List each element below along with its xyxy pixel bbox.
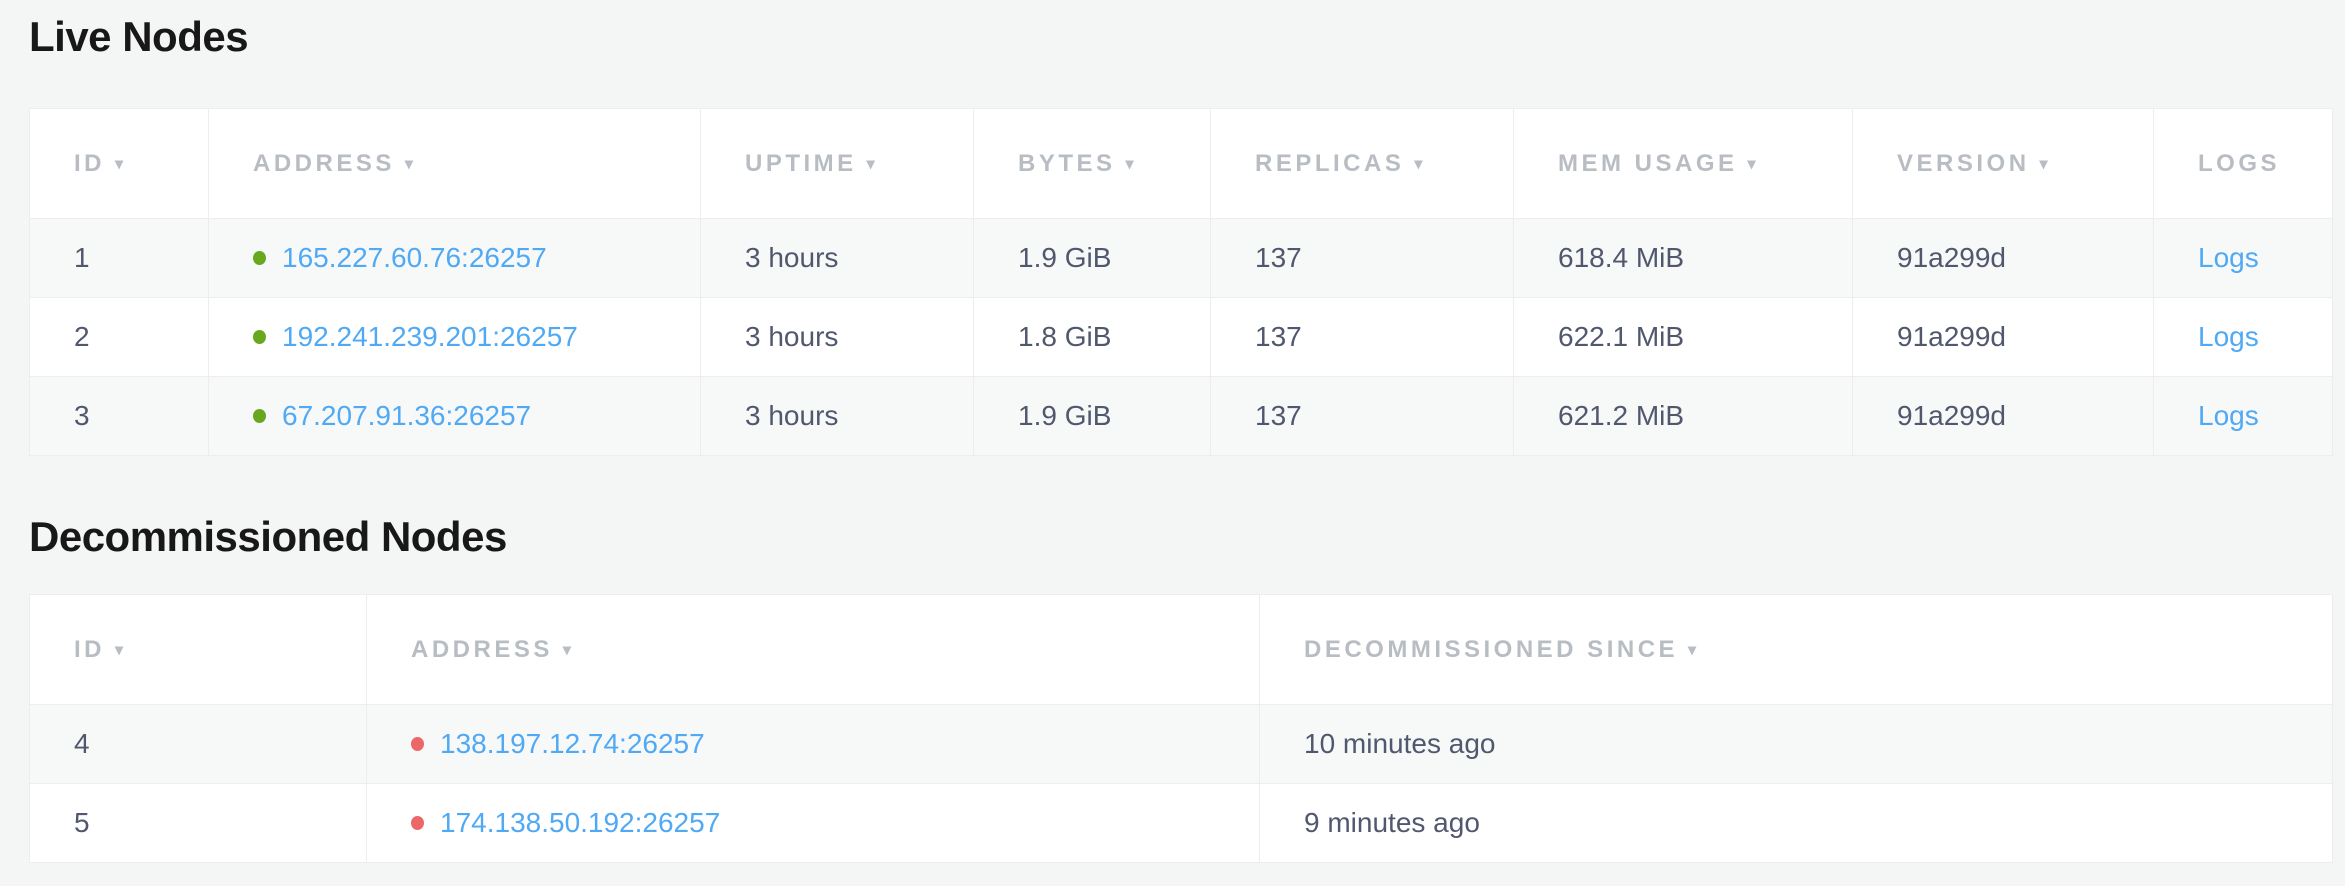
column-header-id[interactable]: ID ▾	[30, 595, 367, 705]
node-address-link[interactable]: 138.197.12.74:26257	[440, 728, 705, 759]
node-address-link[interactable]: 165.227.60.76:26257	[282, 242, 547, 273]
nodes-page: Live Nodes ID ▾ ADDRESS ▾ UPTIME ▾ BYTES ▾	[0, 0, 2345, 863]
sort-arrow-icon: ▾	[867, 156, 875, 173]
column-header-version[interactable]: VERSION ▾	[1853, 109, 2154, 219]
status-live-icon	[253, 330, 266, 344]
column-header-address[interactable]: ADDRESS ▾	[367, 595, 1260, 705]
decommissioned-nodes-table: ID ▾ ADDRESS ▾ DECOMMISSIONED SINCE ▾ 4 138…	[29, 594, 2333, 863]
column-header-label: ID	[74, 636, 105, 663]
node-version-cell: 91a299d	[1853, 377, 2154, 456]
node-address-link[interactable]: 174.138.50.192:26257	[440, 807, 720, 838]
node-id-cell: 2	[30, 298, 209, 377]
decommissioned-since-cell: 9 minutes ago	[1260, 784, 2333, 863]
decommissioned-nodes-header-row: ID ▾ ADDRESS ▾ DECOMMISSIONED SINCE ▾	[30, 595, 2333, 705]
logs-link[interactable]: Logs	[2198, 242, 2259, 273]
column-header-label: ADDRESS	[411, 636, 553, 663]
column-header-logs: LOGS	[2154, 109, 2333, 219]
column-header-mem-usage[interactable]: MEM USAGE ▾	[1514, 109, 1853, 219]
node-mem-usage-cell: 621.2 MiB	[1514, 377, 1853, 456]
node-logs-cell: Logs	[2154, 298, 2333, 377]
node-bytes-cell: 1.9 GiB	[974, 377, 1211, 456]
sort-arrow-icon: ▾	[2040, 156, 2048, 173]
node-logs-cell: Logs	[2154, 377, 2333, 456]
node-address-cell: 192.241.239.201:26257	[209, 298, 701, 377]
status-live-icon	[253, 251, 266, 265]
node-replicas-cell: 137	[1211, 219, 1514, 298]
decommissioned-nodes-title: Decommissioned Nodes	[29, 512, 2332, 562]
node-id-cell: 4	[30, 705, 367, 784]
node-mem-usage-cell: 618.4 MiB	[1514, 219, 1853, 298]
live-nodes-title: Live Nodes	[29, 12, 2332, 62]
node-uptime-cell: 3 hours	[701, 298, 974, 377]
status-live-icon	[253, 409, 266, 423]
status-decommissioned-icon	[411, 737, 424, 751]
logs-link[interactable]: Logs	[2198, 321, 2259, 352]
status-decommissioned-icon	[411, 816, 424, 830]
sort-arrow-icon: ▾	[1126, 156, 1134, 173]
node-id-cell: 5	[30, 784, 367, 863]
column-header-bytes[interactable]: BYTES ▾	[974, 109, 1211, 219]
node-bytes-cell: 1.8 GiB	[974, 298, 1211, 377]
table-row: 3 67.207.91.36:26257 3 hours 1.9 GiB 137…	[30, 377, 2333, 456]
decommissioned-since-cell: 10 minutes ago	[1260, 705, 2333, 784]
node-uptime-cell: 3 hours	[701, 219, 974, 298]
column-header-label: BYTES	[1018, 150, 1116, 177]
column-header-uptime[interactable]: UPTIME ▾	[701, 109, 974, 219]
column-header-label: VERSION	[1897, 150, 2030, 177]
sort-arrow-icon: ▾	[1748, 156, 1756, 173]
node-uptime-cell: 3 hours	[701, 377, 974, 456]
node-address-cell: 138.197.12.74:26257	[367, 705, 1260, 784]
node-logs-cell: Logs	[2154, 219, 2333, 298]
column-header-replicas[interactable]: REPLICAS ▾	[1211, 109, 1514, 219]
node-replicas-cell: 137	[1211, 377, 1514, 456]
node-version-cell: 91a299d	[1853, 219, 2154, 298]
table-row: 1 165.227.60.76:26257 3 hours 1.9 GiB 13…	[30, 219, 2333, 298]
node-replicas-cell: 137	[1211, 298, 1514, 377]
node-address-link[interactable]: 192.241.239.201:26257	[282, 321, 578, 352]
sort-arrow-icon: ▾	[115, 156, 123, 173]
column-header-decommissioned-since[interactable]: DECOMMISSIONED SINCE ▾	[1260, 595, 2333, 705]
node-mem-usage-cell: 622.1 MiB	[1514, 298, 1853, 377]
column-header-label: ADDRESS	[253, 150, 395, 177]
column-header-label: REPLICAS	[1255, 150, 1404, 177]
table-row: 2 192.241.239.201:26257 3 hours 1.8 GiB …	[30, 298, 2333, 377]
column-header-id[interactable]: ID ▾	[30, 109, 209, 219]
column-header-label: DECOMMISSIONED SINCE	[1304, 636, 1678, 663]
table-row: 5 174.138.50.192:26257 9 minutes ago	[30, 784, 2333, 863]
node-bytes-cell: 1.9 GiB	[974, 219, 1211, 298]
node-id-cell: 1	[30, 219, 209, 298]
node-address-cell: 174.138.50.192:26257	[367, 784, 1260, 863]
column-header-label: LOGS	[2198, 150, 2280, 177]
sort-arrow-icon: ▾	[563, 642, 571, 659]
logs-link[interactable]: Logs	[2198, 400, 2259, 431]
table-row: 4 138.197.12.74:26257 10 minutes ago	[30, 705, 2333, 784]
node-address-cell: 165.227.60.76:26257	[209, 219, 701, 298]
live-nodes-header-row: ID ▾ ADDRESS ▾ UPTIME ▾ BYTES ▾ REPLICAS ▾ ME…	[30, 109, 2333, 219]
sort-arrow-icon: ▾	[1414, 156, 1422, 173]
node-address-link[interactable]: 67.207.91.36:26257	[282, 400, 531, 431]
column-header-address[interactable]: ADDRESS ▾	[209, 109, 701, 219]
column-header-label: MEM USAGE	[1558, 150, 1738, 177]
node-address-cell: 67.207.91.36:26257	[209, 377, 701, 456]
node-id-cell: 3	[30, 377, 209, 456]
sort-arrow-icon: ▾	[1688, 642, 1696, 659]
sort-arrow-icon: ▾	[115, 642, 123, 659]
sort-arrow-icon: ▾	[405, 156, 413, 173]
node-version-cell: 91a299d	[1853, 298, 2154, 377]
live-nodes-table: ID ▾ ADDRESS ▾ UPTIME ▾ BYTES ▾ REPLICAS ▾ ME…	[29, 108, 2333, 456]
column-header-label: UPTIME	[745, 150, 857, 177]
column-header-label: ID	[74, 150, 105, 177]
